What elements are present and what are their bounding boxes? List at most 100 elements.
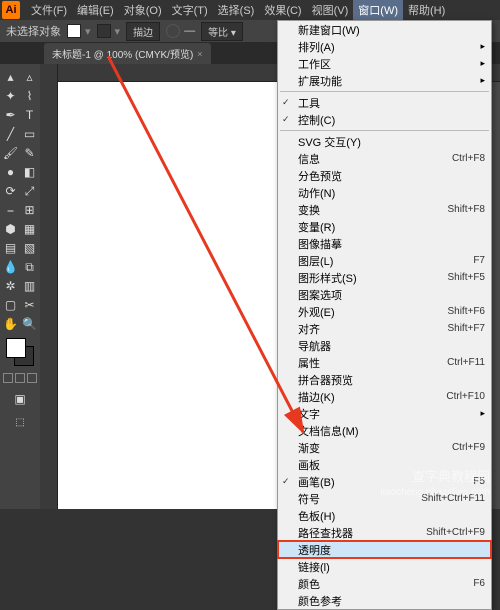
document-tab[interactable]: 未标题-1 @ 100% (CMYK/预览) × bbox=[44, 43, 211, 64]
menu-编辑[interactable]: 编辑(E) bbox=[72, 0, 119, 20]
menu-shortcut: F6 bbox=[473, 578, 485, 589]
pen-tool[interactable]: ✒ bbox=[2, 106, 20, 124]
panel-toggle[interactable]: ⬚ bbox=[2, 413, 38, 431]
menu-item-label: 描边(K) bbox=[298, 389, 335, 405]
magic-wand-tool[interactable]: ✦ bbox=[2, 87, 20, 105]
stroke-swatch-icon[interactable] bbox=[97, 24, 111, 38]
menu-item-label: 变换 bbox=[298, 202, 320, 218]
menu-item-分色预览[interactable]: 分色预览 bbox=[278, 167, 491, 184]
menu-shortcut: Shift+Ctrl+F11 bbox=[421, 493, 485, 504]
menu-item-label: 链接(l) bbox=[298, 559, 330, 575]
menu-窗口[interactable]: 窗口(W) bbox=[353, 0, 403, 20]
menu-item-label: 颜色 bbox=[298, 576, 320, 592]
menu-item-图案选项[interactable]: 图案选项 bbox=[278, 286, 491, 303]
menu-item-导航器[interactable]: 导航器 bbox=[278, 337, 491, 354]
menu-item-描边[interactable]: 描边(K)Ctrl+F10 bbox=[278, 388, 491, 405]
fill-swatch-icon[interactable] bbox=[67, 24, 81, 38]
free-transform-tool[interactable]: ⊞ bbox=[21, 201, 39, 219]
draw-inside-icon[interactable] bbox=[27, 373, 37, 383]
menu-item-文字[interactable]: 文字 bbox=[278, 405, 491, 422]
menu-文字[interactable]: 文字(T) bbox=[167, 0, 213, 20]
lasso-tool[interactable]: ⌇ bbox=[21, 87, 39, 105]
menu-item-新建窗口[interactable]: 新建窗口(W) bbox=[278, 21, 491, 38]
menu-item-label: 排列(A) bbox=[298, 39, 335, 55]
menu-item-工具[interactable]: ✓工具 bbox=[278, 94, 491, 111]
menu-对象[interactable]: 对象(O) bbox=[119, 0, 167, 20]
menu-item-图形样式[interactable]: 图形样式(S)Shift+F5 bbox=[278, 269, 491, 286]
screen-mode-tool[interactable]: ▣ bbox=[2, 390, 38, 408]
menu-item-对齐[interactable]: 对齐Shift+F7 bbox=[278, 320, 491, 337]
menu-item-排列[interactable]: 排列(A) bbox=[278, 38, 491, 55]
paintbrush-tool[interactable]: 🖌 bbox=[2, 144, 20, 162]
menubar: Ai 文件(F)编辑(E)对象(O)文字(T)选择(S)效果(C)视图(V)窗口… bbox=[0, 0, 500, 20]
draw-normal-icon[interactable] bbox=[3, 373, 13, 383]
menu-帮助[interactable]: 帮助(H) bbox=[403, 0, 450, 20]
menu-item-动作[interactable]: 动作(N) bbox=[278, 184, 491, 201]
column-graph-tool[interactable]: ▥ bbox=[21, 277, 39, 295]
eyedropper-tool[interactable]: 💧 bbox=[2, 258, 20, 276]
line-tool[interactable]: ╱ bbox=[2, 125, 20, 143]
artboard-tool[interactable]: ▢ bbox=[2, 296, 20, 314]
rotate-tool[interactable]: ⟳ bbox=[2, 182, 20, 200]
gradient-tool[interactable]: ▧ bbox=[21, 239, 39, 257]
menu-选择[interactable]: 选择(S) bbox=[213, 0, 260, 20]
menu-item-工作区[interactable]: 工作区 bbox=[278, 55, 491, 72]
pencil-tool[interactable]: ✎ bbox=[21, 144, 39, 162]
selection-status: 未选择对象 bbox=[6, 23, 61, 39]
draw-behind-icon[interactable] bbox=[15, 373, 25, 383]
menu-item-颜色[interactable]: 颜色 F6 bbox=[278, 575, 491, 592]
symbol-sprayer-tool[interactable]: ✲ bbox=[2, 277, 20, 295]
menu-item-链接[interactable]: 链接(l) bbox=[278, 558, 491, 575]
fill-color[interactable] bbox=[6, 338, 26, 358]
menu-item-符号[interactable]: 符号Shift+Ctrl+F11 bbox=[278, 490, 491, 507]
menu-文件[interactable]: 文件(F) bbox=[26, 0, 72, 20]
menu-item-外观[interactable]: 外观(E) Shift+F6 bbox=[278, 303, 491, 320]
type-tool[interactable]: T bbox=[21, 106, 39, 124]
blend-tool[interactable]: ⧉ bbox=[21, 258, 39, 276]
width-tool[interactable]: ⎯ bbox=[2, 201, 20, 219]
menu-视图[interactable]: 视图(V) bbox=[307, 0, 354, 20]
zoom-tool[interactable]: 🔍 bbox=[21, 315, 39, 333]
menu-item-label: 画笔(B) bbox=[298, 474, 335, 490]
stroke-button[interactable]: 描边 bbox=[126, 22, 160, 41]
menu-item-label: 文字 bbox=[298, 406, 320, 422]
brush-icon[interactable] bbox=[166, 24, 180, 38]
scale-tool[interactable]: ⤢ bbox=[21, 182, 39, 200]
menu-item-label: 外观(E) bbox=[298, 304, 335, 320]
uniform-dropdown[interactable]: 等比 ▾ bbox=[201, 22, 243, 41]
menu-item-label: 图层(L) bbox=[298, 253, 333, 269]
slice-tool[interactable]: ✂ bbox=[21, 296, 39, 314]
menu-item-信息[interactable]: 信息Ctrl+F8 bbox=[278, 150, 491, 167]
menu-item-图像描摹[interactable]: 图像描摹 bbox=[278, 235, 491, 252]
close-tab-icon[interactable]: × bbox=[197, 49, 202, 59]
direct-selection-tool[interactable]: ▵ bbox=[21, 68, 39, 86]
menu-shortcut: Shift+F6 bbox=[447, 306, 485, 317]
menu-item-透明度[interactable]: 透明度 bbox=[278, 541, 491, 558]
menu-item-渐变[interactable]: 渐变Ctrl+F9 bbox=[278, 439, 491, 456]
menu-效果[interactable]: 效果(C) bbox=[259, 0, 306, 20]
menu-item-拼合器预览[interactable]: 拼合器预览 bbox=[278, 371, 491, 388]
menu-item-SVG交互[interactable]: SVG 交互(Y) bbox=[278, 133, 491, 150]
perspective-tool[interactable]: ▦ bbox=[21, 220, 39, 238]
menu-item-色板[interactable]: 色板(H) bbox=[278, 507, 491, 524]
menu-item-变量[interactable]: 变量(R) bbox=[278, 218, 491, 235]
selection-tool[interactable]: ▴ bbox=[2, 68, 20, 86]
color-swatch[interactable] bbox=[6, 338, 34, 366]
menu-item-图层[interactable]: 图层(L)F7 bbox=[278, 252, 491, 269]
menu-item-画笔[interactable]: ✓画笔(B)F5 bbox=[278, 473, 491, 490]
eraser-tool[interactable]: ◧ bbox=[21, 163, 39, 181]
menu-item-变换[interactable]: 变换Shift+F8 bbox=[278, 201, 491, 218]
menu-item-路径查找器[interactable]: 路径查找器Shift+Ctrl+F9 bbox=[278, 524, 491, 541]
menu-item-画板[interactable]: 画板 bbox=[278, 456, 491, 473]
menu-item-属性[interactable]: 属性Ctrl+F11 bbox=[278, 354, 491, 371]
hand-tool[interactable]: ✋ bbox=[2, 315, 20, 333]
rectangle-tool[interactable]: ▭ bbox=[21, 125, 39, 143]
menu-item-颜色参考[interactable]: 颜色参考 bbox=[278, 592, 491, 609]
blob-brush-tool[interactable]: ● bbox=[2, 163, 20, 181]
shape-builder-tool[interactable]: ⬢ bbox=[2, 220, 20, 238]
menu-item-文档信息[interactable]: 文档信息(M) bbox=[278, 422, 491, 439]
menu-item-控制[interactable]: ✓控制(C) bbox=[278, 111, 491, 128]
menu-item-label: 拼合器预览 bbox=[298, 372, 353, 388]
mesh-tool[interactable]: ▤ bbox=[2, 239, 20, 257]
menu-item-扩展功能[interactable]: 扩展功能 bbox=[278, 72, 491, 89]
